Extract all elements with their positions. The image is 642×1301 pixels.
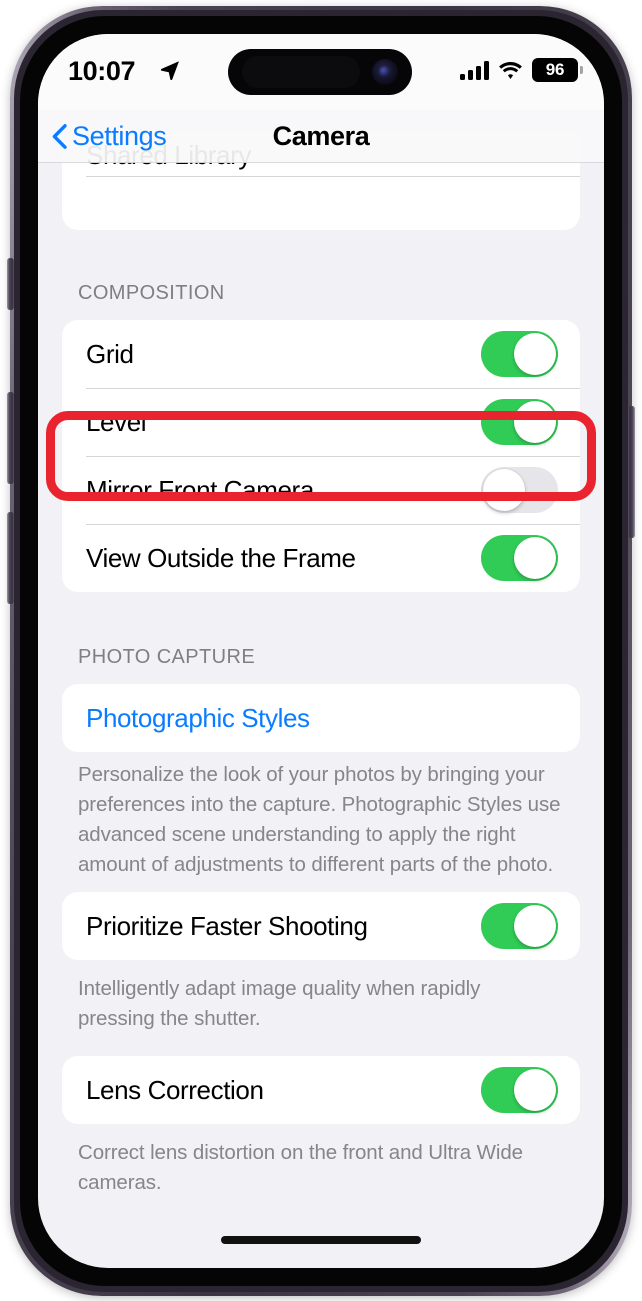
row-label-prioritize-faster-shooting: Prioritize Faster Shooting: [86, 910, 368, 941]
row-label-level: Level: [86, 406, 147, 437]
battery-nub: [580, 66, 583, 74]
section-header-composition: COMPOSITION: [78, 282, 225, 304]
toggle-knob: [514, 333, 556, 375]
toggle-knob: [514, 1069, 556, 1111]
row-view-outside-the-frame[interactable]: View Outside the Frame: [62, 524, 580, 592]
footer-photographic-styles: Personalize the look of your photos by b…: [78, 763, 561, 876]
row-label-grid: Grid: [86, 338, 134, 369]
lens-correction-card: Lens Correction: [62, 1056, 580, 1124]
toggle-view-outside-the-frame[interactable]: [481, 535, 558, 581]
toggle-knob: [483, 469, 525, 511]
row-separator: [86, 176, 580, 177]
settings-scroll-view[interactable]: Shared Library COMPOSITION Grid Level Mi…: [38, 34, 604, 1268]
photographic-styles-card: Photographic Styles: [62, 684, 580, 752]
toggle-knob: [514, 401, 556, 443]
toggle-prioritize-faster-shooting[interactable]: [481, 903, 558, 949]
toggle-lens-correction[interactable]: [481, 1067, 558, 1113]
screenshot-stage: Shared Library COMPOSITION Grid Level Mi…: [0, 0, 642, 1301]
battery-icon: 96: [532, 58, 583, 82]
volume-down-button[interactable]: [7, 512, 14, 604]
dynamic-island: [228, 49, 412, 95]
volume-up-button[interactable]: [7, 392, 14, 484]
row-lens-correction[interactable]: Lens Correction: [62, 1056, 580, 1124]
row-label-photographic-styles: Photographic Styles: [86, 702, 310, 733]
location-arrow-icon: [160, 61, 179, 80]
toggle-knob: [514, 905, 556, 947]
battery-level: 96: [545, 60, 565, 79]
row-photographic-styles[interactable]: Photographic Styles: [62, 684, 580, 752]
footer-lens-correction: Correct lens distortion on the front and…: [78, 1141, 523, 1194]
front-camera-icon: [372, 59, 398, 85]
toggle-mirror-front-camera[interactable]: [481, 467, 558, 513]
row-grid[interactable]: Grid: [62, 320, 580, 388]
toggle-level[interactable]: [481, 399, 558, 445]
toggle-grid[interactable]: [481, 331, 558, 377]
status-indicators: 96: [460, 58, 583, 82]
action-button[interactable]: [7, 258, 14, 310]
row-mirror-front-camera[interactable]: Mirror Front Camera: [62, 456, 580, 524]
phone-screen: Shared Library COMPOSITION Grid Level Mi…: [38, 34, 604, 1268]
power-button[interactable]: [628, 406, 635, 538]
cellular-signal-icon: [460, 60, 489, 80]
home-indicator[interactable]: [221, 1236, 421, 1244]
footer-prioritize-faster-shooting: Intelligently adapt image quality when r…: [78, 977, 481, 1030]
status-time: 10:07: [68, 56, 136, 86]
row-label-mirror-front-camera: Mirror Front Camera: [86, 474, 314, 505]
toggle-knob: [514, 537, 556, 579]
prioritize-faster-shooting-card: Prioritize Faster Shooting: [62, 892, 580, 960]
wifi-icon: [499, 61, 522, 79]
dynamic-island-inner: [242, 56, 360, 88]
row-prioritize-faster-shooting[interactable]: Prioritize Faster Shooting: [62, 892, 580, 960]
row-level[interactable]: Level: [62, 388, 580, 456]
row-label-view-outside-the-frame: View Outside the Frame: [86, 542, 356, 573]
navigation-bar: Settings Camera: [38, 110, 604, 163]
section-header-photo-capture: PHOTO CAPTURE: [78, 646, 256, 668]
composition-card: Grid Level Mirror Front Camera View Outs…: [62, 320, 580, 592]
page-title: Camera: [272, 121, 370, 151]
row-label-lens-correction: Lens Correction: [86, 1074, 264, 1105]
